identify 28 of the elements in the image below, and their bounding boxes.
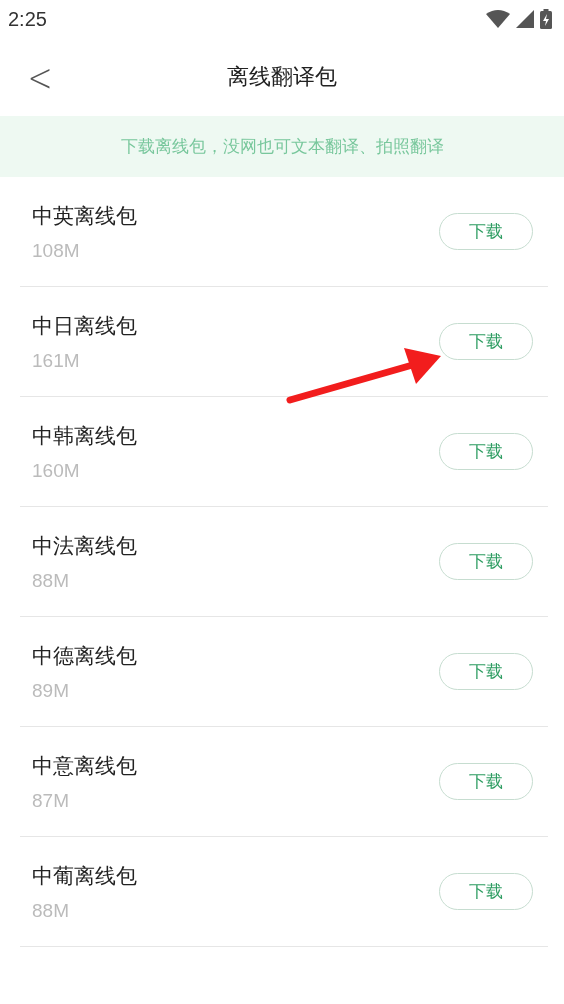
download-button[interactable]: 下载 [439,213,533,250]
signal-icon [516,10,534,28]
status-time: 2:25 [8,7,47,31]
package-size: 88M [32,899,70,922]
package-name: 中韩离线包 [32,422,137,450]
download-button[interactable]: 下载 [439,433,533,470]
page-title: 离线翻译包 [227,63,337,91]
package-size: 160M [32,459,81,482]
package-size: 108M [32,239,81,262]
download-button[interactable]: 下载 [439,763,533,800]
package-size: 87M [32,789,70,812]
package-size: 161M [32,349,81,372]
package-name: 中法离线包 [32,532,137,560]
battery-icon [540,9,552,29]
package-name: 中意离线包 [32,752,137,780]
back-button[interactable]: < [24,52,56,102]
banner-text: 下载离线包，没网也可文本翻译、拍照翻译 [120,135,444,158]
download-button[interactable]: 下载 [439,323,533,360]
download-button[interactable]: 下载 [439,543,533,580]
package-size: 89M [32,679,70,702]
package-name: 中葡离线包 [32,862,137,890]
package-size: 88M [32,569,70,592]
wifi-icon [486,10,510,28]
download-button[interactable]: 下载 [439,653,533,690]
package-name: 中日离线包 [32,312,137,340]
download-button[interactable]: 下载 [439,873,533,910]
package-name: 中德离线包 [32,642,137,670]
package-name: 中英离线包 [32,202,137,230]
